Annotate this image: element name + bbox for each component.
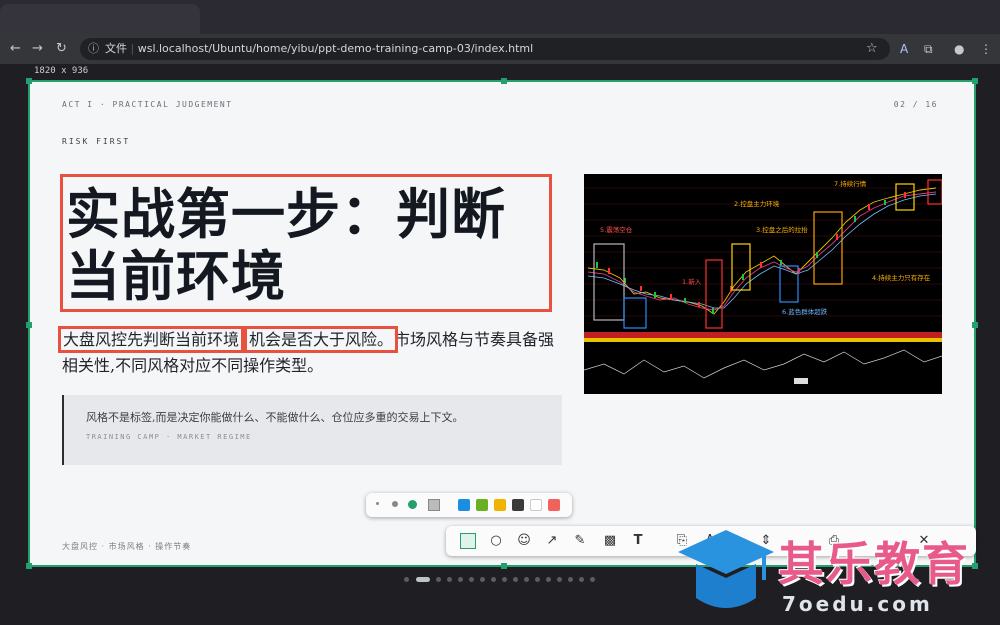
browser-tab-bar	[0, 0, 1000, 34]
color-swatch-blue[interactable]	[458, 499, 470, 511]
mosaic-tool-icon[interactable]: ▩	[602, 533, 618, 549]
rectangle-tool-icon[interactable]	[460, 533, 476, 549]
medium-size-dot[interactable]	[392, 501, 398, 507]
text-tool-icon[interactable]: T	[630, 533, 646, 549]
back-icon[interactable]: ←	[10, 41, 21, 57]
page-dot[interactable]	[491, 577, 496, 582]
menu-kebab-icon[interactable]: ⋮	[980, 42, 992, 56]
page-dot-current[interactable]	[416, 577, 430, 582]
large-size-dot[interactable]	[408, 500, 417, 509]
highlight-box-2: 机会是否大于风险。	[244, 326, 399, 353]
watermark-url: 7oedu.com	[782, 592, 933, 616]
resize-handle[interactable]	[26, 563, 32, 569]
page-dot[interactable]	[458, 577, 463, 582]
reload-icon[interactable]: ↻	[56, 41, 67, 57]
page-dot[interactable]	[404, 577, 409, 582]
emoji-tool-icon[interactable]: ☺	[516, 533, 532, 549]
stock-chart-image: 5.震荡空仓 2.控盘主力环境 3.控盘之后的拉抬 7.持续行情 1.新入 6.…	[584, 174, 942, 394]
headline-line-2: 当前环境	[66, 244, 286, 308]
quote-citation: TRAINING CAMP · MARKET REGIME	[86, 433, 252, 441]
slide-page-number: 02 / 16	[893, 100, 938, 109]
viewport-size-label: 1820 x 936	[34, 66, 89, 76]
ellipse-tool-icon[interactable]: ○	[488, 533, 504, 549]
url-text: wsl.localhost/Ubuntu/home/yibu/ppt-demo-…	[137, 42, 534, 55]
watermark-brand: 其乐教育	[778, 537, 970, 591]
info-icon[interactable]: ⓘ	[88, 42, 99, 55]
small-size-dot[interactable]	[376, 502, 379, 505]
page-dot[interactable]	[502, 577, 507, 582]
color-swatch-black[interactable]	[512, 499, 524, 511]
chart-annotation: 4.持续主力只有存在	[872, 273, 931, 282]
browser-tab[interactable]	[0, 4, 200, 34]
page-dot[interactable]	[590, 577, 595, 582]
bookmark-star-icon[interactable]: ☆	[866, 41, 878, 57]
browser-toolbar: ← → ↻ ⓘ 文件 | wsl.localhost/Ubuntu/home/yi…	[0, 34, 1000, 64]
highlight-box-1: 大盘风控先判断当前环境	[57, 326, 245, 353]
chart-annotation: 7.持续行情	[834, 179, 867, 188]
page-dot[interactable]	[568, 577, 573, 582]
resize-handle[interactable]	[26, 78, 32, 84]
page-dot[interactable]	[546, 577, 551, 582]
page-dot[interactable]	[557, 577, 562, 582]
resize-handle[interactable]	[972, 322, 978, 328]
chart-annotation: 3.控盘之后的拉抬	[756, 225, 808, 234]
security-label: 文件	[105, 42, 127, 55]
chart-annotation: 2.控盘主力环境	[734, 199, 780, 208]
page-dot[interactable]	[513, 577, 518, 582]
headline-line-1: 实战第一步：判断	[66, 182, 506, 246]
chart-annotation: 1.新入	[682, 277, 702, 286]
color-swatch-white[interactable]	[530, 499, 542, 511]
page-dot[interactable]	[469, 577, 474, 582]
color-swatch-yellow[interactable]	[494, 499, 506, 511]
lead-paragraph: 大盘风控先判断当前环境 机会是否大于风险。市场风格与节奏具备强相关性,不同风格对应…	[57, 326, 562, 379]
profile-avatar[interactable]: ●	[954, 42, 964, 56]
arrow-tool-icon[interactable]: ↗	[544, 533, 560, 549]
page-dot[interactable]	[524, 577, 529, 582]
color-swatch-green[interactable]	[476, 499, 488, 511]
page-dot[interactable]	[579, 577, 584, 582]
slide-kicker: ACT I · PRACTICAL JUDGEMENT	[62, 100, 233, 109]
resize-handle[interactable]	[501, 563, 507, 569]
translate-extension-icon[interactable]: A	[900, 42, 908, 56]
footer-tags: 大盘风控 · 市场风格 · 操作节奏	[62, 542, 192, 551]
page-dot[interactable]	[447, 577, 452, 582]
chart-annotation: 5.震荡空仓	[600, 225, 633, 234]
quote-block: 风格不是标签,而是决定你能做什么、不能做什么、仓位应多重的交易上下文。 TRAI…	[62, 395, 562, 465]
forward-icon[interactable]: →	[32, 41, 43, 57]
resize-handle[interactable]	[972, 78, 978, 84]
page-dot[interactable]	[480, 577, 485, 582]
extensions-icon[interactable]: ⧉	[924, 42, 933, 57]
resize-handle[interactable]	[501, 78, 507, 84]
chart-annotation: 6.蓝色群体超跌	[782, 307, 828, 316]
resize-handle[interactable]	[972, 563, 978, 569]
pen-tool-icon[interactable]: ✎	[572, 533, 588, 549]
address-bar[interactable]: ⓘ 文件 | wsl.localhost/Ubuntu/home/yibu/ppt…	[80, 38, 890, 60]
graduation-cap-logo	[678, 530, 774, 608]
slide-headline: 实战第一步：判断 当前环境	[60, 174, 552, 312]
fill-toggle[interactable]	[428, 499, 440, 511]
quote-text: 风格不是标签,而是决定你能做什么、不能做什么、仓位应多重的交易上下文。	[86, 411, 464, 424]
page-dot[interactable]	[535, 577, 540, 582]
resize-handle[interactable]	[26, 322, 32, 328]
section-label: RISK FIRST	[62, 137, 131, 146]
color-swatch-red[interactable]	[548, 499, 560, 511]
page-dot[interactable]	[436, 577, 441, 582]
color-picker-bar	[366, 493, 572, 517]
